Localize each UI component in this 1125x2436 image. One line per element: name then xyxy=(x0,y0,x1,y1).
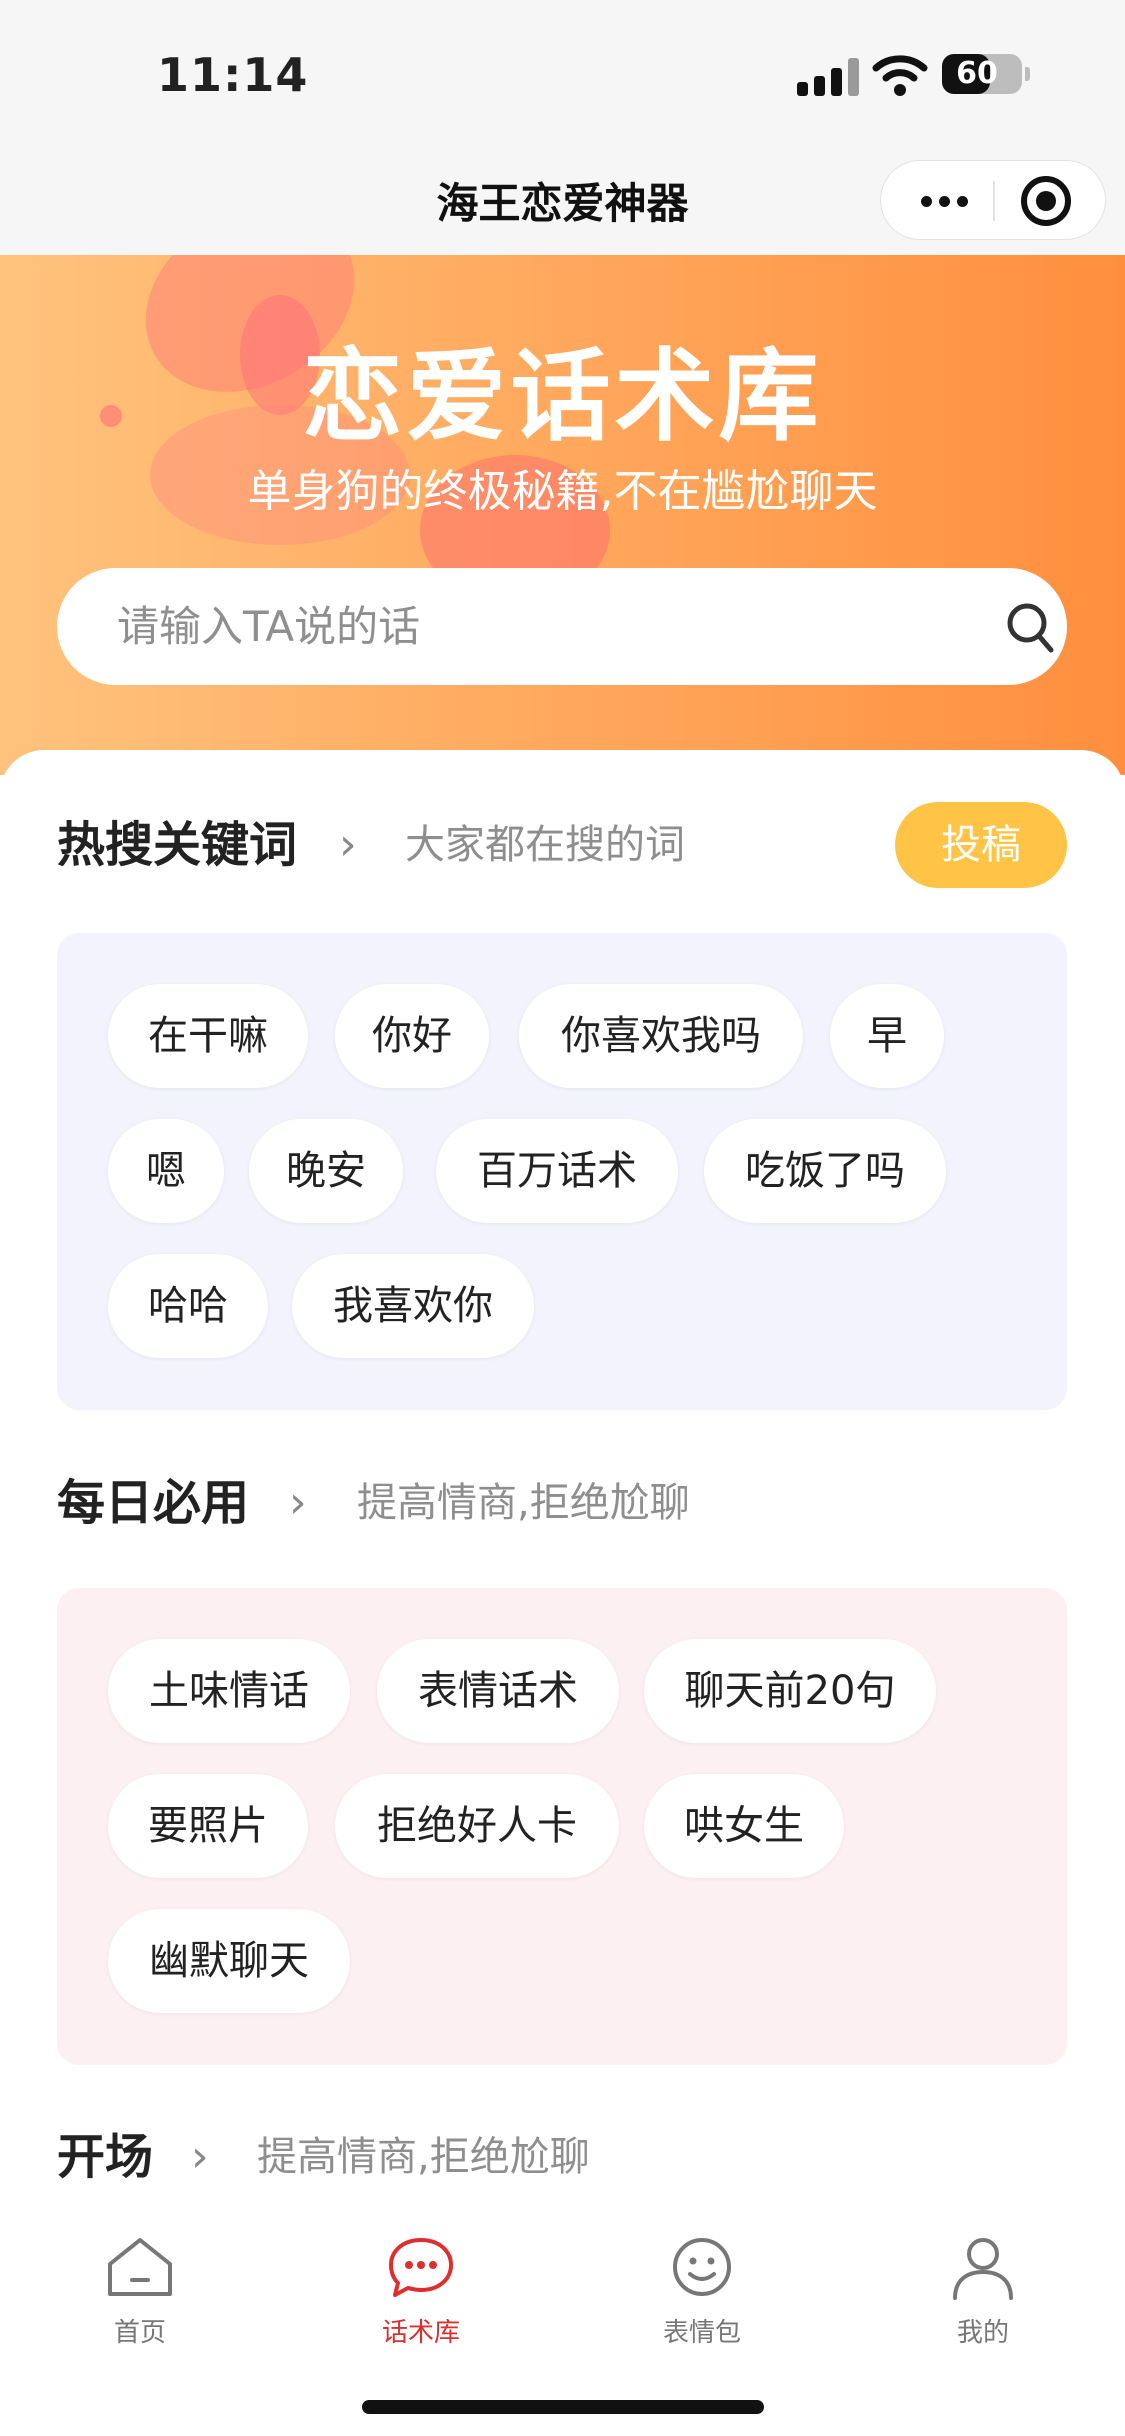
nav-bar: 海王恋爱神器 xyxy=(0,140,1125,255)
tab-stickers-label: 表情包 xyxy=(662,2318,741,2348)
daily-tag[interactable]: 幽默聊天 xyxy=(108,1909,350,2013)
keyword-tag[interactable]: 嗯 xyxy=(108,1119,224,1223)
mini-program-capsule xyxy=(880,160,1106,240)
smiley-icon xyxy=(673,2238,731,2296)
keyword-tag[interactable]: 百万话术 xyxy=(436,1119,678,1223)
keyword-tag[interactable]: 哈哈 xyxy=(108,1254,268,1358)
keyword-tag[interactable]: 吃饭了吗 xyxy=(704,1119,946,1223)
daily-panel: 土味情话 表情话术 聊天前20句 要照片 拒绝好人卡 哄女生 幽默聊天 xyxy=(57,1588,1067,2065)
daily-tag[interactable]: 拒绝好人卡 xyxy=(335,1774,619,1878)
tab-home-label: 首页 xyxy=(113,2318,166,2348)
hot-keywords-panel: 在干嘛 你好 你喜欢我吗 早 嗯 晚安 百万话术 吃饭了吗 哈哈 我喜欢你 xyxy=(57,933,1067,1410)
chevron-right-icon: › xyxy=(191,2131,209,2182)
daily-tag[interactable]: 表情话术 xyxy=(377,1639,619,1743)
keyword-tag[interactable]: 晚安 xyxy=(249,1119,403,1223)
daily-header[interactable]: 每日必用 › 提高情商,拒绝尬聊 xyxy=(57,1468,877,1538)
daily-tag[interactable]: 聊天前20句 xyxy=(644,1639,936,1743)
cellular-signal-icon xyxy=(797,58,859,96)
tab-stickers[interactable]: 表情包 xyxy=(612,2234,792,2348)
battery-icon: 60 xyxy=(942,54,1030,94)
chevron-right-icon: › xyxy=(289,1477,307,1528)
battery-level: 60 xyxy=(956,56,998,91)
keyword-tag[interactable]: 早 xyxy=(830,984,944,1088)
opening-header[interactable]: 开场 › 提高情商,拒绝尬聊 xyxy=(57,2122,877,2192)
more-button[interactable] xyxy=(913,161,993,241)
hot-keywords-subtitle: 大家都在搜的词 xyxy=(405,822,685,868)
daily-title: 每日必用 xyxy=(57,1475,250,1531)
tab-scripts-label: 话术库 xyxy=(381,2318,460,2348)
status-time: 11:14 xyxy=(157,48,309,102)
banner: 恋爱话术库 单身狗的终极秘籍,不在尴尬聊天 xyxy=(0,255,1125,775)
home-icon xyxy=(108,2238,172,2296)
tab-mine-label: 我的 xyxy=(956,2318,1009,2348)
search-icon[interactable] xyxy=(1005,601,1055,655)
search-input[interactable] xyxy=(117,568,937,685)
keyword-tag[interactable]: 你好 xyxy=(335,984,489,1088)
daily-tag[interactable]: 要照片 xyxy=(108,1774,308,1878)
chat-bubble-icon xyxy=(389,2238,453,2297)
tab-scripts[interactable]: 话术库 xyxy=(331,2234,511,2348)
tab-mine[interactable]: 我的 xyxy=(893,2234,1073,2348)
keyword-tag[interactable]: 在干嘛 xyxy=(108,984,308,1088)
capsule-divider xyxy=(993,181,995,221)
tab-home[interactable]: 首页 xyxy=(50,2234,230,2348)
content-card: 热搜关键词 › 大家都在搜的词 投稿 在干嘛 你好 你喜欢我吗 早 嗯 晚安 百… xyxy=(0,750,1125,2236)
opening-subtitle: 提高情商,拒绝尬聊 xyxy=(257,2134,590,2180)
home-indicator xyxy=(362,2400,764,2414)
banner-subtitle: 单身狗的终极秘籍,不在尴尬聊天 xyxy=(247,466,878,517)
daily-subtitle: 提高情商,拒绝尬聊 xyxy=(357,1480,690,1526)
daily-tag[interactable]: 哄女生 xyxy=(644,1774,844,1878)
submit-button[interactable]: 投稿 xyxy=(895,802,1067,888)
status-bar: 11:14 60 xyxy=(0,0,1125,140)
keyword-tag[interactable]: 我喜欢你 xyxy=(292,1254,534,1358)
wifi-icon xyxy=(872,55,928,96)
hot-keywords-header[interactable]: 热搜关键词 › 大家都在搜的词 xyxy=(57,810,877,880)
chevron-right-icon: › xyxy=(339,819,357,870)
daily-tag[interactable]: 土味情话 xyxy=(108,1639,350,1743)
banner-title: 恋爱话术库 xyxy=(302,338,823,455)
user-icon xyxy=(953,2238,1013,2300)
opening-title: 开场 xyxy=(57,2129,154,2185)
search-bar[interactable] xyxy=(57,568,1067,685)
close-mini-program-icon[interactable] xyxy=(1021,176,1071,226)
keyword-tag[interactable]: 你喜欢我吗 xyxy=(519,984,803,1088)
hot-keywords-title: 热搜关键词 xyxy=(57,817,298,873)
